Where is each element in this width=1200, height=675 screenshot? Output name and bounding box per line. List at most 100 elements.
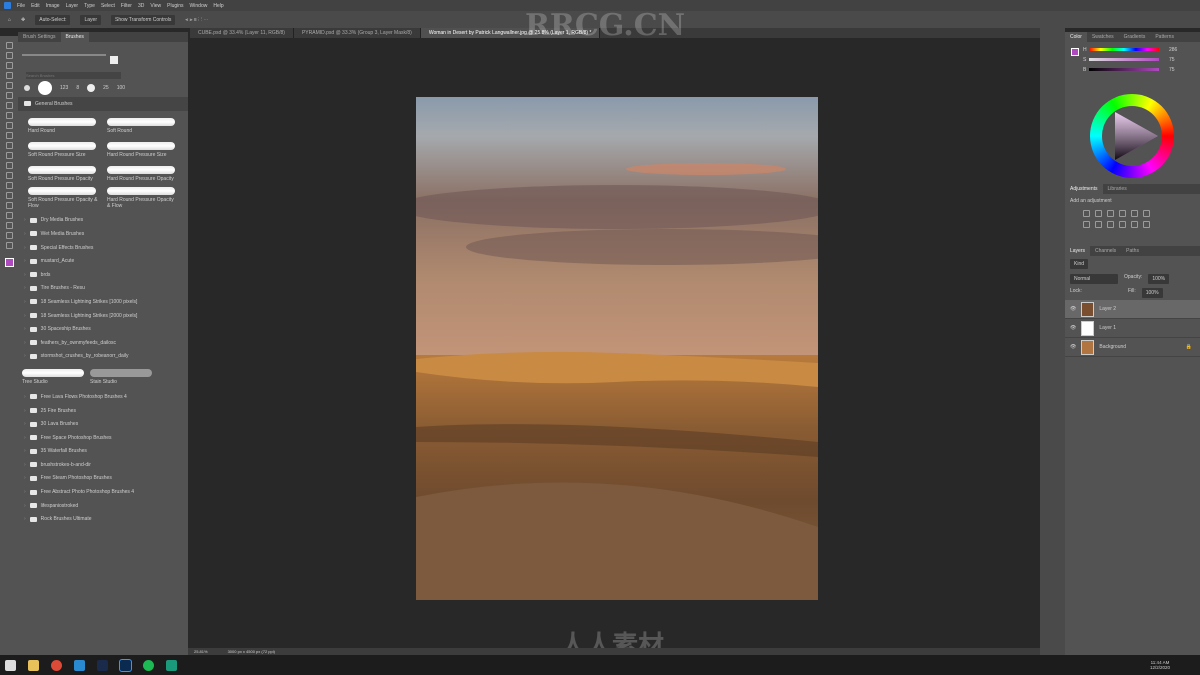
pen-tool-icon[interactable] [5, 192, 13, 199]
move-tool-icon[interactable]: ✥ [21, 17, 25, 23]
tab-layers[interactable]: Layers [1065, 246, 1091, 256]
brush-folder[interactable]: › 30 Lava Brushes [18, 417, 188, 431]
layer-row[interactable]: 👁 Layer 1 [1065, 319, 1200, 338]
tab-gradients[interactable]: Gradients [1119, 32, 1151, 42]
brush-folder[interactable]: › 35 Waterfall Brushes [18, 445, 188, 459]
brush-item[interactable]: Hard Round Pressure Opacity & Flow [107, 187, 178, 210]
zoom-level[interactable]: 25.81% [194, 649, 208, 654]
brush-preset-icon[interactable] [87, 84, 96, 92]
brush-preset-icon[interactable] [38, 81, 52, 95]
menu-image[interactable]: Image [46, 3, 60, 9]
levels-icon[interactable] [1095, 210, 1102, 217]
tab-adjustments[interactable]: Adjustments [1065, 184, 1103, 194]
brush-folder[interactable]: › Free Abstract Photo Photoshop Brushes 4 [18, 485, 188, 499]
brush-folder[interactable]: › brds [18, 268, 188, 282]
foreground-swatch[interactable] [1071, 48, 1079, 56]
chevron-right-icon[interactable]: › [24, 489, 26, 495]
chrome-icon[interactable] [51, 659, 62, 671]
stamp-tool-icon[interactable] [5, 132, 13, 139]
brush-item[interactable]: Hard Round Pressure Opacity [107, 163, 178, 186]
doc-tab-cube[interactable]: CUBE.psd @ 33.4% (Layer 11, RGB/8) [190, 28, 294, 38]
lightroom-icon[interactable] [97, 659, 108, 671]
chevron-right-icon[interactable]: › [24, 462, 26, 468]
shape-tool-icon[interactable] [5, 222, 13, 229]
show-transform-checkbox[interactable]: Show Transform Controls [111, 14, 176, 25]
vibrance-icon[interactable] [1131, 210, 1138, 217]
chevron-right-icon[interactable]: › [24, 258, 26, 264]
brush-tool-icon[interactable] [5, 122, 13, 129]
brush-folder[interactable]: › 30 Spaceship Brushes [18, 322, 188, 336]
eye-icon[interactable]: 👁 [1070, 344, 1076, 350]
size-slider[interactable] [22, 54, 106, 56]
exposure-icon[interactable] [1119, 210, 1126, 217]
brush-item[interactable]: Stain Studio [90, 365, 152, 388]
move-tool-icon[interactable] [5, 42, 13, 49]
brush-folder[interactable]: › 18 Seamless Lightning Strikes [2000 pix… [18, 309, 188, 323]
photo-filter-icon[interactable] [1107, 221, 1114, 228]
chevron-right-icon[interactable]: › [24, 353, 26, 359]
invert-icon[interactable] [1143, 221, 1150, 228]
brush-folder[interactable]: › stormshot_crushes_by_robeanorr_daily [18, 350, 188, 364]
brush-preset-icon[interactable] [24, 85, 30, 91]
tab-swatches[interactable]: Swatches [1087, 32, 1119, 42]
history-brush-icon[interactable] [5, 142, 13, 149]
target-select[interactable]: Layer [80, 14, 101, 25]
doc-tab-pyramid[interactable]: PYRAMID.psd @ 33.3% (Group 3, Layer Mask… [294, 28, 421, 38]
tab-libraries[interactable]: Libraries [1103, 184, 1132, 194]
chevron-right-icon[interactable]: › [24, 475, 26, 481]
channel-mixer-icon[interactable] [1119, 221, 1126, 228]
chevron-right-icon[interactable]: › [24, 272, 26, 278]
tab-channels[interactable]: Channels [1090, 246, 1121, 256]
chevron-right-icon[interactable]: › [24, 245, 26, 251]
chevron-right-icon[interactable]: › [24, 313, 26, 319]
tab-color[interactable]: Color [1065, 32, 1087, 42]
dodge-tool-icon[interactable] [5, 182, 13, 189]
brush-item[interactable]: Hard Round Pressure Size [107, 139, 178, 162]
brush-folder[interactable]: › Rock Brushes Ultimate [18, 512, 188, 526]
marquee-tool-icon[interactable] [5, 52, 13, 59]
frame-tool-icon[interactable] [5, 92, 13, 99]
menu-plugins[interactable]: Plugins [167, 3, 183, 9]
brush-item[interactable]: Soft Round Pressure Size [28, 139, 99, 162]
tab-brush-settings[interactable]: Brush Settings [18, 32, 61, 42]
menu-3d[interactable]: 3D [138, 3, 144, 9]
photoshop-taskbar-icon[interactable] [119, 658, 132, 672]
windows-start-icon[interactable] [5, 659, 16, 671]
folder-general-brushes[interactable]: General Brushes [18, 97, 188, 111]
auto-select-checkbox[interactable]: Auto-Select: [35, 14, 71, 25]
hand-tool-icon[interactable] [5, 232, 13, 239]
brush-item[interactable]: Soft Round Pressure Opacity & Flow [28, 187, 99, 210]
brush-folder[interactable]: › feathers_by_ownmyfeeds_dailosc [18, 336, 188, 350]
h-value[interactable]: 286 [1169, 47, 1177, 53]
hue-slider[interactable] [1089, 48, 1159, 51]
chevron-right-icon[interactable]: › [24, 217, 26, 223]
brush-item[interactable]: Hard Round [28, 115, 99, 138]
home-icon[interactable]: ⌂ [8, 17, 11, 23]
healing-tool-icon[interactable] [5, 112, 13, 119]
brush-folder[interactable]: › brushstrokes-b-and-dir [18, 458, 188, 472]
quick-select-tool-icon[interactable] [5, 72, 13, 79]
brush-item[interactable]: Tree Studio [22, 365, 84, 388]
brush-folder[interactable]: › Free Space Photoshop Brushes [18, 431, 188, 445]
brush-folder[interactable]: › mustard_Acute [18, 254, 188, 268]
type-tool-icon[interactable] [5, 202, 13, 209]
tab-brushes[interactable]: Brushes [60, 32, 89, 42]
brush-folder[interactable]: › Tire Brushes - Resu [18, 282, 188, 296]
chevron-right-icon[interactable]: › [24, 516, 26, 522]
brush-folder[interactable]: › Special Effects Brushes [18, 241, 188, 255]
zoom-tool-icon[interactable] [5, 242, 13, 249]
color-lookup-icon[interactable] [1131, 221, 1138, 228]
eyedropper-tool-icon[interactable] [5, 102, 13, 109]
chevron-right-icon[interactable]: › [24, 299, 26, 305]
eye-icon[interactable]: 👁 [1070, 306, 1076, 312]
gradient-tool-icon[interactable] [5, 162, 13, 169]
path-select-icon[interactable] [5, 212, 13, 219]
chevron-right-icon[interactable]: › [24, 285, 26, 291]
opacity-input[interactable]: 100% [1148, 274, 1170, 284]
brush-folder[interactable]: › 25 Fire Brushes [18, 404, 188, 418]
menu-help[interactable]: Help [213, 3, 223, 9]
eraser-tool-icon[interactable] [5, 152, 13, 159]
folder-app-icon[interactable] [74, 659, 85, 671]
chevron-right-icon[interactable]: › [24, 421, 26, 427]
menu-filter[interactable]: Filter [121, 3, 132, 9]
